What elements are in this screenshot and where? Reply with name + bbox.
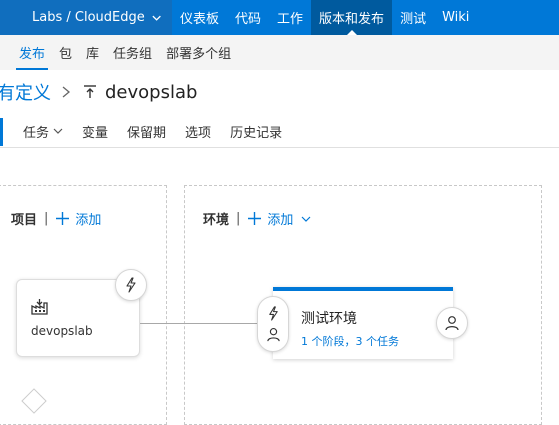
- breadcrumb: 有定义 devopslab: [0, 78, 197, 106]
- tab-options[interactable]: 选项: [185, 118, 211, 144]
- environments-heading: 环境: [203, 213, 230, 228]
- post-deployment-approvals[interactable]: [436, 307, 468, 339]
- breadcrumb-all-definitions[interactable]: 有定义: [0, 79, 51, 105]
- artifacts-heading: 项目: [11, 213, 38, 228]
- page-title: devopslab: [105, 81, 198, 103]
- subnav-packages[interactable]: 包: [52, 35, 79, 70]
- divider: |: [236, 211, 241, 226]
- divider: |: [44, 211, 49, 226]
- hub-navigation: 仪表板 代码 工作 版本和发布 测试 Wiki: [172, 0, 477, 35]
- sub-navigation-bar: 发布 包 库 任务组 部署多个组: [0, 35, 559, 70]
- build-icon: [31, 299, 48, 315]
- artifacts-header: 项目 | 添加: [11, 209, 101, 228]
- pre-deployment-conditions[interactable]: [257, 296, 289, 352]
- hub-test[interactable]: 测试: [392, 0, 434, 35]
- lightning-icon[interactable]: [266, 306, 281, 321]
- tab-history[interactable]: 历史记录: [230, 118, 282, 144]
- subnav-deployment-groups[interactable]: 部署多个组: [159, 35, 238, 70]
- plus-icon[interactable]: [56, 212, 70, 225]
- subnav-library[interactable]: 库: [79, 35, 106, 70]
- person-icon[interactable]: [266, 327, 281, 342]
- tab-variables[interactable]: 变量: [82, 118, 108, 144]
- environment-card[interactable]: 测试环境 1 个阶段，3 个任务: [273, 287, 453, 359]
- definition-tabs: 任务 变量 保留期 选项 历史记录: [0, 118, 559, 148]
- hub-build-and-release[interactable]: 版本和发布: [311, 0, 393, 35]
- add-artifact-button[interactable]: 添加: [75, 209, 101, 228]
- environments-header: 环境 | 添加: [203, 209, 311, 228]
- top-navigation-bar: Labs / CloudEdge 仪表板 代码 工作 版本和发布 测试 Wiki: [0, 0, 559, 35]
- subnav-releases[interactable]: 发布: [12, 35, 52, 70]
- pipeline-connector: [140, 323, 258, 324]
- hub-work[interactable]: 工作: [269, 0, 311, 35]
- person-icon: [445, 316, 459, 331]
- chevron-down-icon[interactable]: [301, 214, 311, 224]
- plus-icon[interactable]: [248, 212, 262, 225]
- hub-code[interactable]: 代码: [227, 0, 269, 35]
- continuous-deployment-trigger[interactable]: [115, 269, 147, 301]
- pipeline-canvas: 项目 | 添加 环境 | 添加 devopslab 测试环境 1 个阶段，3 个…: [0, 149, 559, 425]
- tab-retention[interactable]: 保留期: [127, 118, 166, 144]
- project-name: Labs / CloudEdge: [32, 10, 145, 25]
- environment-summary[interactable]: 1 个阶段，3 个任务: [301, 333, 399, 349]
- add-environment-button[interactable]: 添加: [267, 209, 293, 228]
- lightning-icon: [126, 277, 136, 293]
- tab-tasks-label: 任务: [23, 125, 50, 141]
- hub-dashboards[interactable]: 仪表板: [172, 0, 227, 35]
- chevron-right-icon: [62, 86, 71, 98]
- active-tab-indicator: [0, 118, 3, 146]
- chevron-down-icon: [152, 15, 161, 21]
- tab-tasks[interactable]: 任务: [23, 118, 63, 144]
- chevron-down-icon: [53, 128, 63, 134]
- environment-name: 测试环境: [301, 311, 357, 327]
- artifact-name: devopslab: [31, 324, 93, 338]
- hub-wiki[interactable]: Wiki: [434, 0, 477, 35]
- project-selector[interactable]: Labs / CloudEdge: [0, 0, 172, 35]
- release-pipeline-icon: [84, 85, 96, 98]
- subnav-task-groups[interactable]: 任务组: [106, 35, 159, 70]
